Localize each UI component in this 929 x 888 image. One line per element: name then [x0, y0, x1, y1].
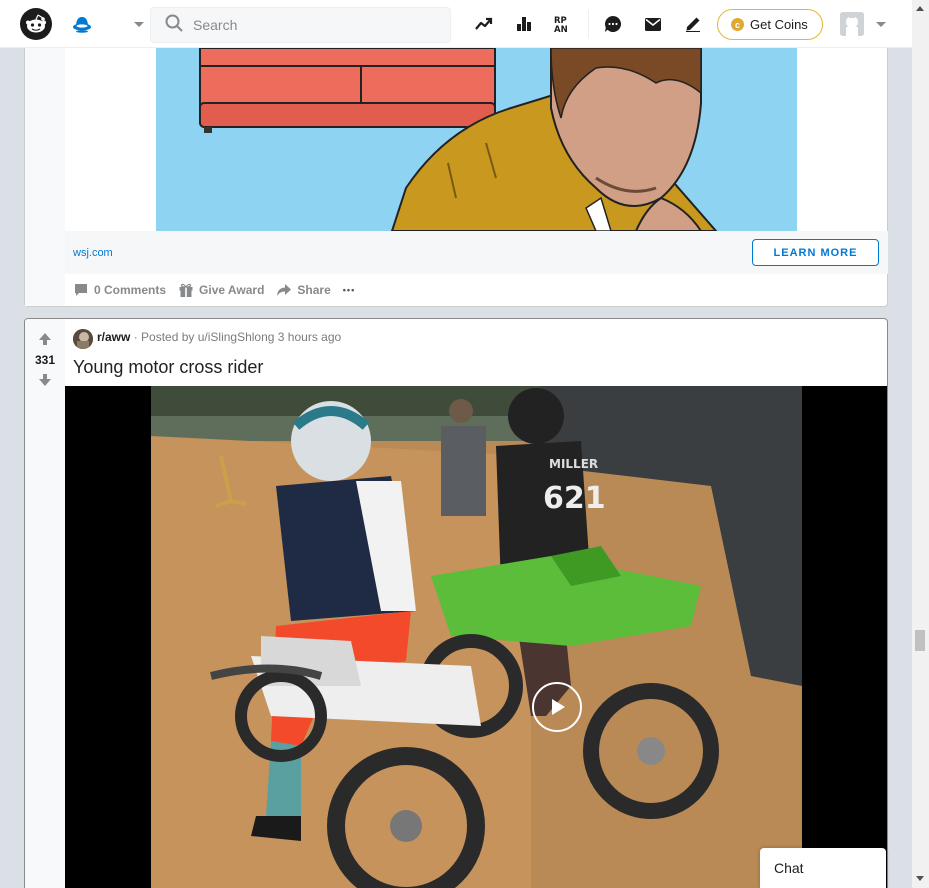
chat-widget[interactable]: Chat — [760, 848, 886, 888]
vote-count: 331 — [34, 353, 56, 367]
post-title[interactable]: Young motor cross rider — [73, 357, 263, 378]
post-meta: r/aww · Posted by u/iSlingShlong 3 hours… — [97, 330, 341, 344]
give-award-button[interactable]: Give Award — [178, 282, 264, 298]
popular-hat-icon — [66, 9, 98, 39]
promoted-post-card[interactable]: wsj.com LEARN MORE 0 Comments Give Award… — [24, 48, 888, 307]
user-menu-chevron-icon[interactable] — [876, 22, 886, 27]
video-frame: MILLER 621 — [151, 386, 802, 888]
user-avatar[interactable] — [840, 12, 864, 36]
rider-name: MILLER — [549, 457, 598, 471]
ad-domain-link[interactable]: wsj.com — [73, 247, 113, 259]
ad-action-bar: 0 Comments Give Award Share ••• — [73, 282, 367, 298]
comments-label: 0 Comments — [94, 283, 167, 297]
svg-text:AN: AN — [554, 25, 568, 33]
rpan-icon[interactable]: RP AN — [552, 12, 576, 36]
subreddit-link[interactable]: r/aww — [97, 330, 130, 344]
vote-column: 331 — [25, 319, 65, 888]
play-button-icon[interactable] — [532, 682, 582, 732]
share-icon — [277, 284, 292, 296]
share-button[interactable]: Share — [276, 283, 331, 297]
search-icon — [165, 14, 183, 37]
learn-more-button[interactable]: LEARN MORE — [752, 239, 879, 266]
more-options-icon: ••• — [342, 285, 356, 295]
search-bar[interactable] — [150, 7, 451, 43]
gift-icon — [179, 283, 193, 297]
upvote-arrow-icon[interactable] — [37, 331, 53, 352]
comments-button[interactable]: 0 Comments — [73, 282, 166, 298]
rider-number: 621 — [543, 481, 606, 516]
downvote-arrow-icon[interactable] — [37, 372, 53, 393]
trending-icon[interactable] — [472, 12, 496, 36]
scroll-up-arrow-icon[interactable] — [916, 6, 924, 11]
chat-label: Chat — [774, 860, 804, 876]
ad-link-row: wsj.com LEARN MORE — [65, 231, 888, 274]
subreddit-avatar[interactable] — [73, 329, 93, 349]
scroll-down-arrow-icon[interactable] — [916, 876, 924, 881]
reddit-logo-icon[interactable] — [20, 8, 52, 40]
get-coins-label: Get Coins — [750, 17, 808, 32]
post-card[interactable]: 331 r/aww · Posted by u/iSlingShlong 3 h… — [24, 318, 888, 888]
posted-by-text: · Posted by u/iSlingShlong 3 hours ago — [133, 330, 342, 344]
coin-icon: c — [731, 18, 744, 31]
chevron-down-icon — [134, 22, 144, 27]
video-player[interactable]: MILLER 621 — [65, 386, 887, 888]
page-scrollbar[interactable] — [912, 0, 929, 888]
pencil-icon[interactable] — [681, 12, 705, 36]
top-header: RPAN c Get Coins — [0, 0, 912, 48]
mail-icon[interactable] — [641, 12, 665, 36]
share-label: Share — [297, 283, 331, 297]
get-coins-button[interactable]: c Get Coins — [717, 9, 823, 40]
stats-icon[interactable] — [512, 12, 536, 36]
search-input[interactable] — [193, 17, 433, 33]
chat-icon[interactable] — [601, 12, 625, 36]
header-divider — [588, 10, 589, 38]
more-options-button[interactable]: ••• — [343, 285, 355, 295]
ad-image[interactable] — [156, 48, 797, 231]
comment-icon — [75, 284, 87, 296]
give-award-label: Give Award — [199, 283, 265, 297]
community-dropdown[interactable] — [66, 9, 150, 39]
ad-vote-column — [25, 48, 65, 306]
scrollbar-thumb[interactable] — [915, 630, 925, 651]
